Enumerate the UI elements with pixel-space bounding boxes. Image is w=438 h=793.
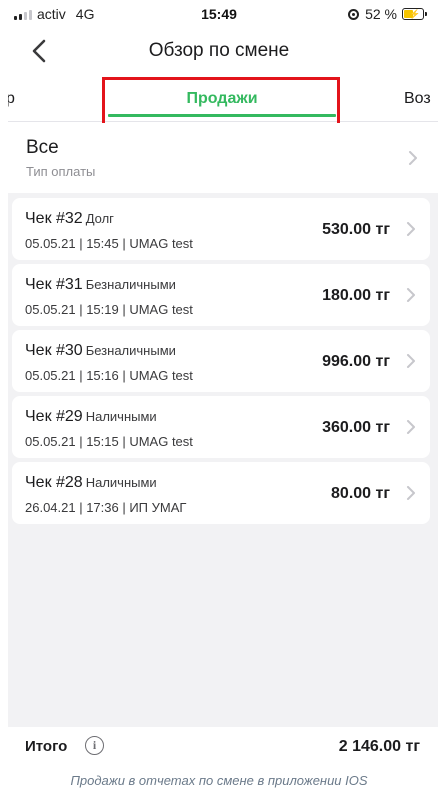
chevron-right-icon — [407, 354, 415, 368]
receipt-payment-type: Долг — [85, 211, 114, 226]
status-bar: activ 4G 15:49 52 % ⚡ — [0, 0, 438, 28]
total-amount: 2 146.00 тг — [338, 738, 420, 755]
status-bar-right: 52 % ⚡ — [348, 6, 427, 22]
receipt-number: Чек #31 — [25, 276, 83, 293]
tab-sales-label: Продажи — [186, 90, 258, 107]
receipt-amount: 80.00 тг — [331, 485, 390, 502]
total-label: Итого — [25, 738, 68, 755]
tab-next[interactable]: Воз — [404, 90, 431, 108]
receipt-meta: 05.05.21 | 15:45 | UMAG test — [25, 236, 193, 251]
receipt-payment-type: Наличными — [85, 475, 157, 490]
info-icon[interactable]: i — [85, 736, 104, 755]
battery-icon: ⚡ — [402, 8, 427, 20]
receipt-number: Чек #28 — [25, 474, 83, 491]
nav-bar: Обзор по смене — [0, 28, 438, 74]
active-tab-indicator — [108, 114, 336, 117]
receipt-meta: 05.05.21 | 15:16 | UMAG test — [25, 368, 193, 383]
receipt-payment-type: Безналичными — [85, 343, 176, 358]
receipt-title-line: Чек #29 Наличными — [25, 408, 157, 426]
receipt-payment-type: Наличными — [85, 409, 157, 424]
receipt-number: Чек #29 — [25, 408, 83, 425]
payment-type-filter[interactable]: Все Тип оплаты — [8, 123, 438, 193]
page-title: Обзор по смене — [148, 40, 290, 61]
receipt-meta: 05.05.21 | 15:15 | UMAG test — [25, 434, 193, 449]
payment-type-label: Тип оплаты — [26, 164, 96, 179]
receipt-number: Чек #32 — [25, 210, 83, 227]
receipt-meta: 26.04.21 | 17:36 | ИП УМАГ — [25, 500, 187, 515]
total-footer: Итого i 2 146.00 тг — [8, 727, 438, 765]
battery-percent: 52 % — [365, 6, 397, 22]
receipts-list: Чек #32 Долг 05.05.21 | 15:45 | UMAG test… — [8, 193, 438, 727]
receipt-amount: 530.00 тг — [322, 221, 390, 238]
receipt-card[interactable]: Чек #31 Безналичными 05.05.21 | 15:19 | U… — [12, 264, 430, 326]
receipt-card[interactable]: Чек #30 Безналичными 05.05.21 | 15:16 | U… — [12, 330, 430, 392]
receipt-amount: 360.00 тг — [322, 419, 390, 436]
receipt-amount: 996.00 тг — [322, 353, 390, 370]
receipt-title-line: Чек #32 Долг — [25, 210, 114, 228]
receipt-title-line: Чек #28 Наличными — [25, 474, 157, 492]
receipt-title-line: Чек #31 Безналичными — [25, 276, 176, 294]
orientation-lock-icon — [348, 8, 360, 20]
chevron-right-icon — [407, 222, 415, 236]
battery-fill: ⚡ — [404, 9, 420, 19]
receipt-card[interactable]: Чек #32 Долг 05.05.21 | 15:45 | UMAG test… — [12, 198, 430, 260]
receipt-card[interactable]: Чек #29 Наличными 05.05.21 | 15:15 | UMAG… — [12, 396, 430, 458]
chevron-right-icon — [409, 151, 417, 165]
image-caption: Продажи в отчетах по смене в приложении … — [70, 773, 368, 788]
chevron-right-icon — [407, 288, 415, 302]
chevron-right-icon — [407, 486, 415, 500]
receipt-card[interactable]: Чек #28 Наличными 26.04.21 | 17:36 | ИП У… — [12, 462, 430, 524]
receipt-amount: 180.00 тг — [322, 287, 390, 304]
tab-sales[interactable]: Продажи — [106, 74, 338, 121]
tab-bar: р Продажи Воз — [8, 74, 438, 122]
receipt-meta: 05.05.21 | 15:19 | UMAG test — [25, 302, 193, 317]
receipt-payment-type: Безналичными — [85, 277, 176, 292]
payment-type-value: Все — [26, 137, 59, 158]
receipt-number: Чек #30 — [25, 342, 83, 359]
receipt-title-line: Чек #30 Безналичными — [25, 342, 176, 360]
tab-previous[interactable]: р — [8, 90, 15, 108]
chevron-right-icon — [407, 420, 415, 434]
